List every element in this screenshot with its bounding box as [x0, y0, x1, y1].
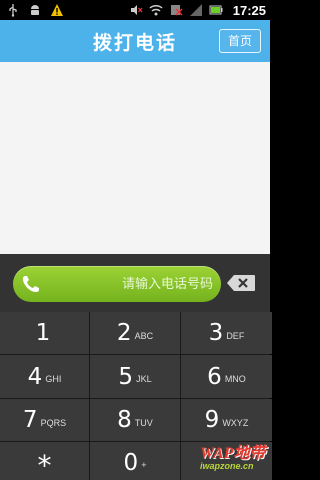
key-digit: 1 [35, 320, 51, 346]
key-digit: 4 [27, 363, 43, 390]
key-digit: 3 [208, 320, 224, 346]
key-4[interactable]: 4 GHI [0, 355, 89, 398]
key-letters: + [141, 460, 147, 470]
key-digit: 2 [116, 320, 132, 346]
key-digit: * [37, 449, 52, 480]
home-button[interactable]: 首页 [219, 29, 261, 53]
title-bar: 拨打电话 首页 [0, 20, 270, 62]
input-row [0, 254, 270, 312]
key-digit: 6 [207, 363, 222, 390]
no-sim-icon [170, 5, 183, 16]
status-right-icons: 17:25 [129, 2, 266, 18]
content-area [0, 62, 270, 254]
key-5[interactable]: 5 JKL [90, 355, 180, 398]
key-letters: MNO [224, 374, 246, 384]
warning-icon [51, 4, 63, 16]
key-digit: 0 [123, 449, 139, 476]
key-digit: 5 [118, 363, 134, 390]
key-letters: JKL [136, 374, 152, 384]
key-7[interactable]: 7 PQRS [0, 399, 89, 441]
key-letters: ABC [134, 330, 154, 341]
key-0[interactable]: 0 + [90, 442, 180, 480]
backspace-button[interactable] [226, 274, 256, 292]
wap-watermark: WAP地带 iwapzone.cn [200, 439, 268, 477]
key-letters: PQRS [40, 417, 67, 428]
key-letters: DEF [226, 330, 245, 341]
signal-icon [189, 4, 202, 16]
key-digit: 7 [22, 407, 38, 433]
phone-number-field[interactable] [13, 266, 221, 302]
key-letters: WXYZ [222, 417, 249, 428]
status-bar: 17:25 [0, 0, 270, 20]
status-left-icons [6, 2, 64, 18]
key-letters: TUV [134, 417, 153, 428]
watermark-title: WAP地带 [200, 445, 266, 462]
key-8[interactable]: 8 TUV [90, 399, 180, 441]
wifi-icon [149, 4, 163, 16]
android-debug-icon [31, 5, 39, 15]
key-letters: GHI [45, 374, 62, 384]
key-3[interactable]: 3 DEF [181, 312, 272, 354]
key-digit: 9 [204, 407, 220, 433]
mute-icon [130, 5, 143, 15]
key-1[interactable]: 1 [0, 312, 89, 354]
battery-icon [209, 5, 223, 15]
key-digit: 8 [117, 407, 132, 433]
usb-icon [9, 4, 17, 17]
key-6[interactable]: 6 MNO [181, 355, 272, 398]
key-9[interactable]: 9 WXYZ [181, 399, 272, 441]
status-clock: 17:25 [232, 2, 266, 18]
key-star[interactable]: * [0, 442, 89, 480]
phone-handset-icon [23, 276, 39, 292]
key-2[interactable]: 2 ABC [90, 312, 180, 354]
phone-number-input[interactable] [51, 274, 213, 294]
